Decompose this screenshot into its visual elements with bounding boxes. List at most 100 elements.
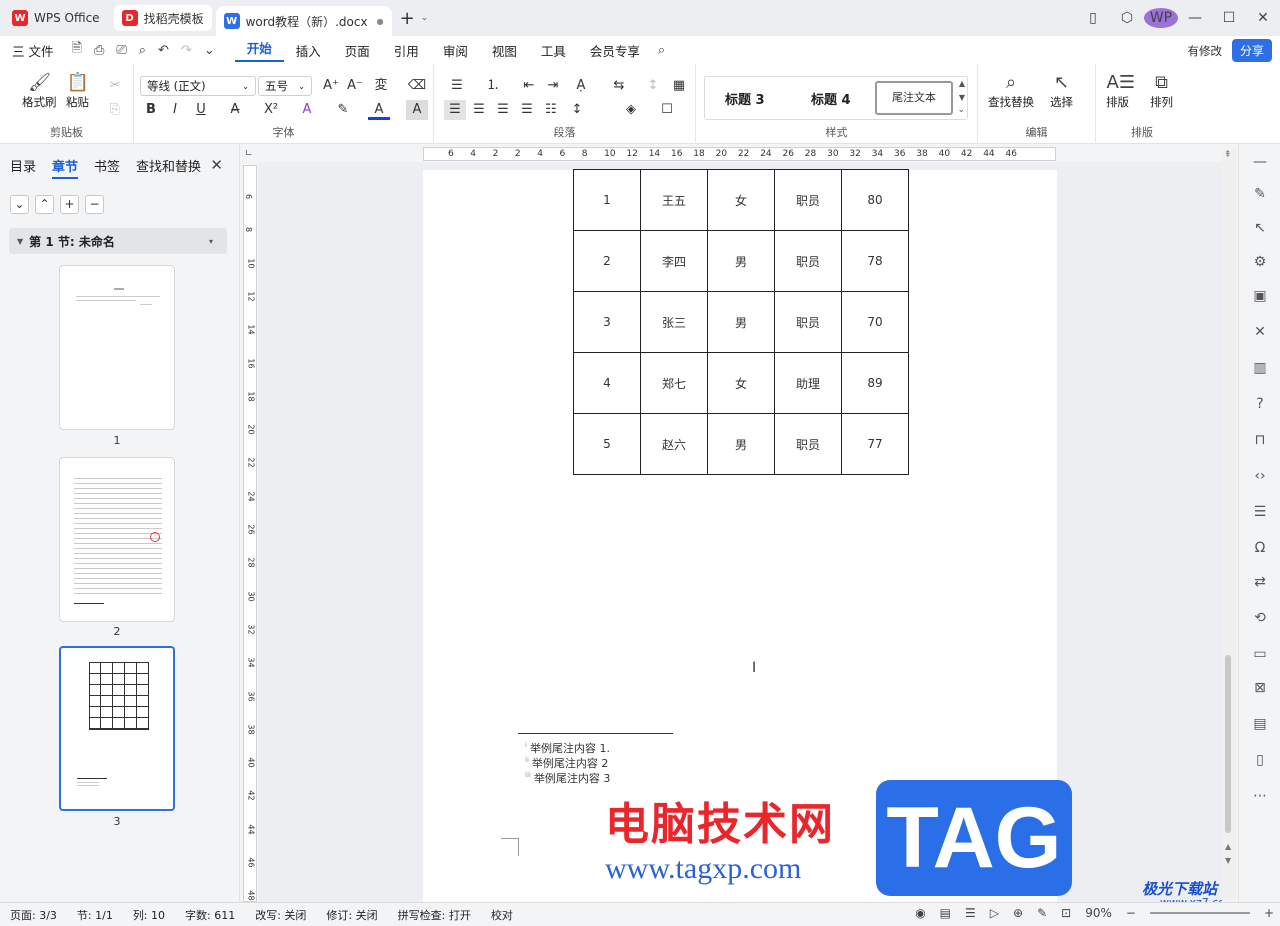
table-cell[interactable]: 职员	[774, 230, 842, 292]
zoom-value[interactable]: 90%	[1085, 906, 1112, 920]
tools-icon[interactable]: ✕	[1251, 324, 1269, 340]
select-button[interactable]: ↖ 选择	[1050, 72, 1073, 110]
share-button[interactable]: 分享	[1231, 39, 1272, 62]
menu-view[interactable]: 视图	[480, 41, 529, 60]
status-revision[interactable]: 修订: 关闭	[316, 907, 387, 923]
menu-references[interactable]: 引用	[382, 41, 431, 60]
table-cell[interactable]: 5	[573, 413, 641, 475]
maximize-icon[interactable]: ☐	[1212, 10, 1246, 26]
write-icon[interactable]: ✎	[1037, 906, 1047, 920]
menu-page[interactable]: 页面	[333, 41, 382, 60]
endnote-1[interactable]: i 举例尾注内容 1.	[525, 740, 610, 756]
help-icon[interactable]: ?	[1251, 396, 1269, 412]
layout-icon[interactable]: ▯	[1076, 10, 1110, 26]
scroll-up-icon[interactable]: ▲	[1225, 842, 1231, 851]
search-icon[interactable]: ⌕	[652, 43, 671, 58]
decrease-indent-icon[interactable]: ⇤	[518, 76, 540, 96]
style-endnote-text[interactable]: 尾注文本	[875, 81, 953, 115]
status-column[interactable]: 列: 10	[123, 907, 175, 923]
cube-icon[interactable]: ⬡	[1110, 10, 1144, 26]
sort-icon[interactable]: ⇆	[608, 76, 630, 96]
table-cell[interactable]: 89	[841, 352, 909, 414]
highlight-icon[interactable]: ✎	[332, 100, 354, 120]
vertical-ruler[interactable]: 6 8 10 12 14 16 18 20 22 24 26 28 30 32 34 36 38 40 42 44 46…	[243, 165, 257, 902]
tab-toc[interactable]: 目录	[10, 156, 36, 179]
translate-icon[interactable]: ⇄	[1251, 574, 1269, 590]
menu-review[interactable]: 审阅	[431, 41, 480, 60]
menu-tools[interactable]: 工具	[529, 41, 578, 60]
save-icon[interactable]: 🗎	[65, 39, 87, 61]
table-cell[interactable]: 王五	[640, 169, 708, 231]
paste-button[interactable]: 📋 粘贴	[66, 72, 89, 110]
print-icon[interactable]: ⎚	[110, 43, 132, 58]
line-sort-icon[interactable]: ↕	[642, 76, 664, 96]
cut-icon[interactable]: ✂	[104, 76, 126, 96]
table-cell[interactable]: 男	[707, 291, 775, 353]
font-size-select[interactable]: 五号 ⌄	[258, 76, 312, 96]
play-icon[interactable]: ▷	[990, 906, 999, 920]
section-header[interactable]: ▼ 第 1 节: 未命名 ▾	[9, 228, 227, 254]
clipboard-icon[interactable]: ▤	[1251, 716, 1269, 732]
avatar-wrap[interactable]: WP	[1144, 8, 1178, 28]
strikethrough-icon[interactable]: A̶	[224, 100, 246, 120]
tab-stop-icon[interactable]: ∟	[245, 149, 253, 159]
justify-icon[interactable]: ☰	[516, 100, 538, 120]
tab-find-replace[interactable]: 查找和替换	[136, 156, 201, 179]
tab-document[interactable]: W word教程（新）.docx ●	[215, 6, 392, 36]
vertical-scrollbar[interactable]: ⇞ ▲ ▼	[1222, 150, 1236, 902]
copy-icon[interactable]: ⎘	[104, 100, 126, 120]
style-heading4[interactable]: 标题 4	[811, 89, 851, 108]
phonetic-icon[interactable]: 変	[370, 76, 392, 96]
eye-icon[interactable]: ◉	[915, 906, 925, 920]
style-scroll-down-icon[interactable]: ▼	[959, 93, 965, 102]
table-cell[interactable]: 赵六	[640, 413, 708, 475]
increase-indent-icon[interactable]: ⇥	[542, 76, 564, 96]
avatar[interactable]: WP	[1144, 8, 1178, 28]
align-left-icon[interactable]: ☰	[444, 100, 466, 120]
table-cell[interactable]: 职员	[774, 413, 842, 475]
borders-icon[interactable]: ☐	[656, 100, 678, 120]
grow-font-icon[interactable]: A⁺	[320, 76, 342, 96]
new-tab-button[interactable]: +	[400, 8, 415, 29]
table-cell[interactable]: 张三	[640, 291, 708, 353]
page-thumbnail-1[interactable]	[59, 265, 175, 430]
shading-icon[interactable]: ◈	[620, 100, 642, 120]
collapse-up-icon[interactable]: ⌃	[35, 195, 54, 214]
table-cell[interactable]: 70	[841, 291, 909, 353]
chevron-down-icon[interactable]: ▾	[209, 237, 213, 246]
fit-icon[interactable]: ⊡	[1061, 906, 1071, 920]
clear-format-icon[interactable]: ⌫	[406, 76, 428, 96]
endnote-3[interactable]: iii 举例尾注内容 3	[525, 770, 610, 786]
distributed-icon[interactable]: ☷	[540, 100, 562, 120]
zoom-in-icon[interactable]: +	[1264, 906, 1274, 920]
table-cell[interactable]: 职员	[774, 169, 842, 231]
table-cell[interactable]: 女	[707, 352, 775, 414]
bold-icon[interactable]: B	[140, 100, 162, 120]
export-pdf-icon[interactable]: ⎙	[88, 43, 110, 58]
find-replace-button[interactable]: ⌕ 查找替换	[988, 72, 1034, 110]
table-cell[interactable]: 77	[841, 413, 909, 475]
font-color-icon[interactable]: A	[368, 100, 390, 120]
status-section[interactable]: 节: 1/1	[67, 907, 123, 923]
remove-section-icon[interactable]: −	[85, 195, 104, 214]
align-right-icon[interactable]: ☰	[492, 100, 514, 120]
numbered-list-icon[interactable]: ⒈	[482, 76, 504, 96]
history-icon[interactable]: ⟲	[1251, 610, 1269, 626]
file-menu[interactable]: 三 文件	[0, 41, 65, 60]
underline-icon[interactable]: U	[190, 100, 212, 120]
tab-templates[interactable]: D 找稻壳模板	[113, 5, 212, 31]
page-thumbnail-2[interactable]	[59, 457, 175, 622]
text-direction-icon[interactable]: Ạ	[570, 76, 592, 96]
superscript-icon[interactable]: X²	[260, 100, 282, 120]
bullet-list-icon[interactable]: ☰	[446, 76, 468, 96]
table-border-icon[interactable]: ▦	[668, 76, 690, 96]
tab-list-chevron-icon[interactable]: ⌄	[421, 13, 429, 23]
table-cell[interactable]: 3	[573, 291, 641, 353]
menu-home[interactable]: 开始	[234, 38, 284, 62]
table-cell[interactable]: 80	[841, 169, 909, 231]
text-effect-icon[interactable]: A	[296, 100, 318, 120]
pointer-icon[interactable]: ↖	[1251, 220, 1269, 236]
undo-icon[interactable]: ↶	[152, 43, 175, 58]
table-cell[interactable]: 4	[573, 352, 641, 414]
style-scroll-up-icon[interactable]: ▲	[959, 79, 965, 88]
